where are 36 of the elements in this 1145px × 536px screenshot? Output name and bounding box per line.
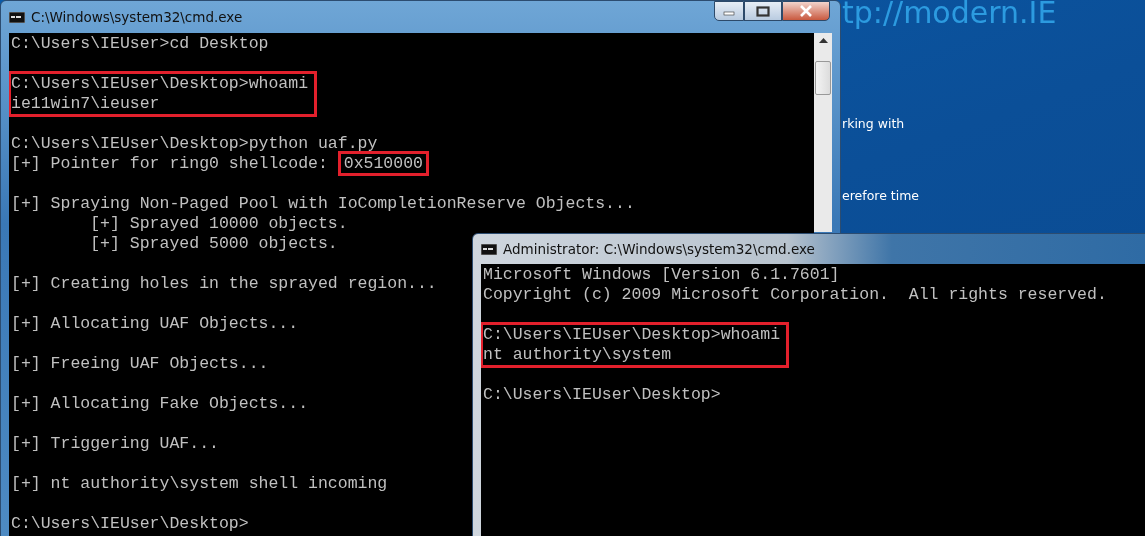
console-line: [+] Spraying Non-Paged Pool with IoCompletionReserve Objects... — [11, 194, 635, 214]
console-line: [+] nt authority\system shell incoming — [11, 474, 388, 494]
window-title: Administrator: C:\Windows\system32\cmd.exe — [503, 241, 815, 257]
highlighted-value: 0x510000 — [337, 151, 429, 176]
console-line: C:\Users\IEUser\Desktop>whoami — [483, 325, 781, 345]
console-line: nt authority\system — [483, 345, 672, 365]
console-line: [+] Freeing UAF Objects... — [11, 354, 269, 374]
minimize-button[interactable] — [714, 1, 744, 21]
console-icon — [9, 11, 25, 23]
close-icon — [799, 5, 813, 17]
console-line: [+] Sprayed 5000 objects. — [89, 234, 338, 254]
console-line: [+] Pointer for ring0 shellcode: — [11, 154, 329, 173]
desktop-text: erefore time — [842, 188, 920, 203]
console-line: [+] Creating holes in the sprayed region... — [11, 274, 437, 294]
scrollbar[interactable] — [814, 33, 832, 232]
desktop-text: tp://modern.IE — [842, 0, 1057, 30]
console-line: Copyright (c) 2009 Microsoft Corporation. All rights reserved. — [483, 285, 1107, 305]
close-button[interactable] — [782, 1, 830, 21]
scroll-up-icon[interactable] — [818, 38, 828, 43]
console-line: Microsoft Windows [Version 6.1.7601] — [483, 265, 840, 285]
console-line: ie11win7\ieuser — [11, 94, 160, 114]
scroll-thumb[interactable] — [815, 61, 831, 95]
console-line: C:\Users\IEUser\Desktop>whoami — [11, 74, 309, 94]
console-line: C:\Users\IEUser\Desktop>python uaf.py — [11, 134, 378, 154]
console-line: [+] Sprayed 10000 objects. — [89, 214, 348, 234]
console-line: C:\Users\IEUser>cd Desktop — [11, 34, 269, 54]
window-title: C:\Windows\system32\cmd.exe — [31, 9, 243, 25]
console-icon — [481, 243, 497, 255]
desktop-text: rking with — [842, 116, 905, 131]
console-line: C:\Users\IEUser\Desktop> — [11, 514, 249, 534]
console-line: [+] Allocating Fake Objects... — [11, 394, 309, 414]
maximize-button[interactable] — [744, 1, 782, 21]
console-line: C:\Users\IEUser\Desktop> — [483, 385, 721, 405]
maximize-icon — [756, 5, 770, 17]
console-line: [+] Allocating UAF Objects... — [11, 314, 299, 334]
console-line: [+] Triggering UAF... — [11, 434, 219, 454]
